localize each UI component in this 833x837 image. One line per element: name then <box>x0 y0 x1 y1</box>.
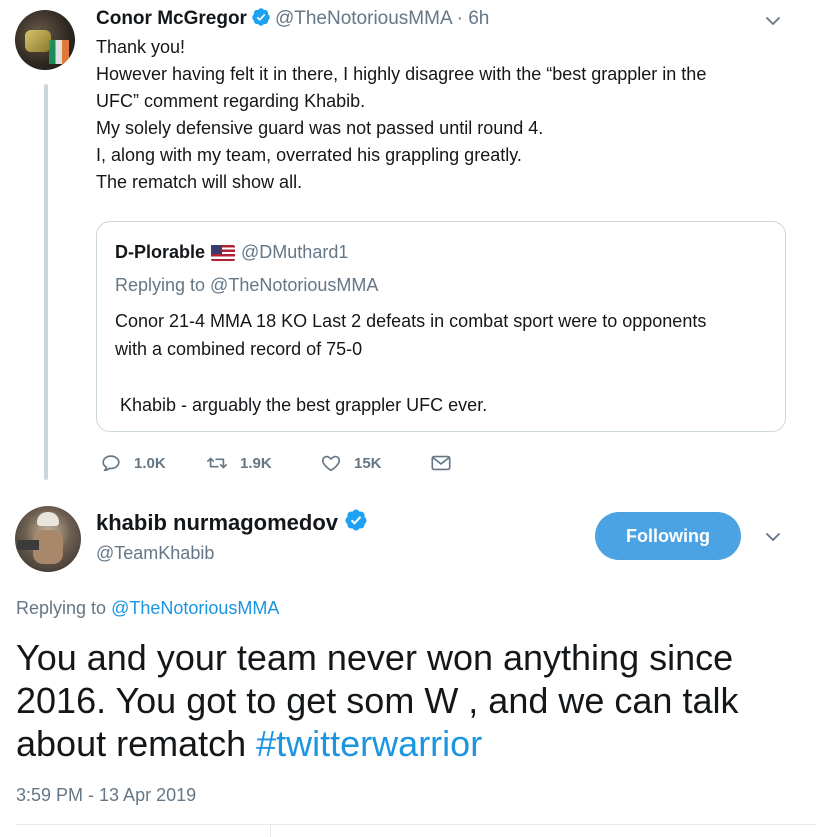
heart-icon <box>321 455 341 472</box>
retweet-count: 1.9K <box>240 454 272 472</box>
tweet1-line: The rematch will show all. <box>96 172 303 192</box>
tweet1-text: Thank you! However having felt it in the… <box>96 34 796 196</box>
retweet-icon <box>207 457 227 469</box>
avatar-conor[interactable] <box>15 10 75 70</box>
us-flag-icon <box>211 244 236 261</box>
like-button[interactable]: 15K <box>320 452 382 474</box>
tweet2-line: 2016. You got to get som W , and we can … <box>16 680 739 721</box>
tweet2-line: You and your team never won anything sin… <box>16 637 734 678</box>
tweet2-timestamp[interactable]: 3:59 PM - 13 Apr 2019 <box>16 785 196 806</box>
reply-button[interactable]: 1.0K <box>100 452 166 474</box>
avatar-flag-graphic <box>49 40 69 64</box>
quote-line: with a combined record of 75-0 <box>115 339 363 359</box>
like-count: 15K <box>354 454 382 472</box>
quote-handle: @DMuthard1 <box>241 242 349 262</box>
tweet2-line: about rematch #twitterwarrior <box>16 722 816 765</box>
divider-tick <box>270 824 271 837</box>
tweet1-line: Thank you! <box>96 37 186 57</box>
tweet1-author-name[interactable]: Conor McGregor <box>96 8 247 30</box>
avatar-banner-graphic <box>17 540 39 550</box>
reply-icon <box>102 455 120 472</box>
tweet2-handle[interactable]: @TeamKhabib <box>96 543 214 564</box>
quote-author-name: D-Plorable <box>115 242 206 262</box>
tweet1-time[interactable]: · 6h <box>457 8 490 30</box>
quote-line: Conor 21-4 MMA 18 KO Last 2 defeats in c… <box>115 311 707 331</box>
quoted-tweet-card[interactable]: D-Plorable @DMuthard1 Replying to @TheNo… <box>96 221 786 432</box>
divider <box>16 824 816 825</box>
replying-handle-link[interactable]: @TheNotoriousMMA <box>111 598 279 618</box>
direct-message-button[interactable] <box>430 452 452 474</box>
quote-text: Conor 21-4 MMA 18 KO Last 2 defeats in c… <box>115 307 775 419</box>
quote-replying-to: Replying to @TheNotoriousMMA <box>115 275 379 295</box>
avatar-khabib[interactable] <box>15 506 81 572</box>
tweet2-text: You and your team never won anything sin… <box>16 636 816 765</box>
avatar-belt-graphic <box>25 30 51 52</box>
quote-header: D-Plorable @DMuthard1 <box>115 242 348 263</box>
tweet2-line-text: about rematch <box>16 723 257 764</box>
envelope-icon <box>431 455 451 471</box>
chevron-down-icon[interactable] <box>764 12 782 30</box>
verified-badge-icon <box>344 508 368 537</box>
hashtag-link[interactable]: #twitterwarrior <box>256 723 482 764</box>
chevron-down-icon[interactable] <box>764 528 782 546</box>
tweet2-author-name[interactable]: khabib nurmagomedov <box>96 510 338 536</box>
tweet1-line: I, along with my team, overrated his gra… <box>96 145 522 165</box>
tweet1-handle[interactable]: @TheNotoriousMMA <box>275 8 453 30</box>
tweet1-line: UFC” comment regarding Khabib. <box>96 91 366 111</box>
replying-prefix: Replying to <box>16 598 112 618</box>
tweet2-replying-to: Replying to @TheNotoriousMMA <box>16 598 279 619</box>
reply-count: 1.0K <box>134 454 166 472</box>
retweet-button[interactable]: 1.9K <box>206 452 272 474</box>
following-button[interactable]: Following <box>595 512 741 560</box>
quote-line: Khabib - arguably the best grappler UFC … <box>115 395 488 415</box>
tweet1-header: Conor McGregor @TheNotoriousMMA · 6h <box>96 6 489 32</box>
verified-badge-icon <box>251 7 271 32</box>
tweet1-line: My solely defensive guard was not passed… <box>96 118 544 138</box>
avatar-hat-graphic <box>37 512 59 526</box>
thread-connector-line <box>44 84 48 480</box>
tweet2-author-row: khabib nurmagomedov <box>96 508 368 537</box>
tweet1-line: However having felt it in there, I highl… <box>96 64 707 84</box>
